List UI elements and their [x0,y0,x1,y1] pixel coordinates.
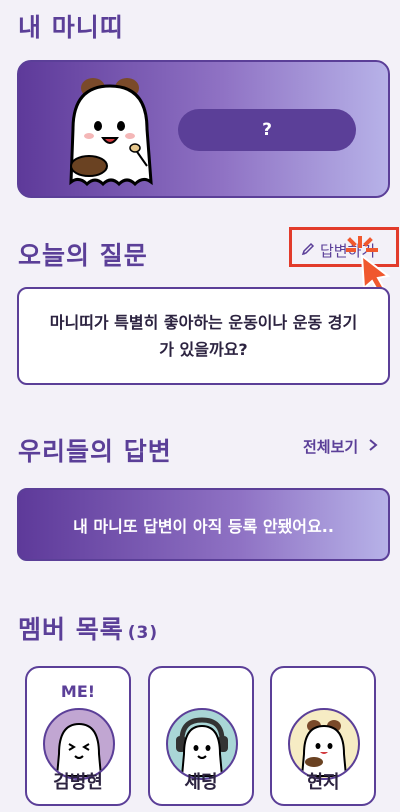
manito-card[interactable]: ? [17,60,390,198]
member-count: (3) [127,623,159,643]
member-name: 현지 [306,772,340,793]
member-name: 세덩 [184,772,218,793]
answer-status-banner: 내 마니또 답변이 아직 등록 안됐어요.. [17,488,390,561]
member-card[interactable]: 세덩 [148,666,254,806]
member-card[interactable]: ME! 김병현 [25,666,131,806]
member-name: 김병현 [53,772,103,793]
answer-status-text: 내 마니또 답변이 아직 등록 안됐어요.. [73,516,334,536]
member-list-label: 멤버 목록 [18,615,124,644]
question-text: 마니띠가 특별히 좋아하는 운동이나 운동 경기가 있을까요? [49,313,358,359]
my-manito-title: 내 마니띠 [18,13,124,42]
todays-question-box: 마니띠가 특별히 좋아하는 운동이나 운동 경기가 있을까요? [17,287,390,385]
our-answers-title: 우리들의 답변 [18,437,172,466]
manito-reveal-button[interactable]: ? [178,109,356,151]
member-list-title: 멤버 목록 (3) [18,610,158,646]
todays-question-title: 오늘의 질문 [18,241,148,270]
member-card[interactable]: 현지 [270,666,376,806]
see-all-label: 전체보기 [303,438,359,456]
ghost-character-icon [55,74,165,196]
chevron-right-icon [368,438,378,456]
see-all-link[interactable]: 전체보기 [303,436,378,457]
me-badge: ME! [60,682,96,701]
